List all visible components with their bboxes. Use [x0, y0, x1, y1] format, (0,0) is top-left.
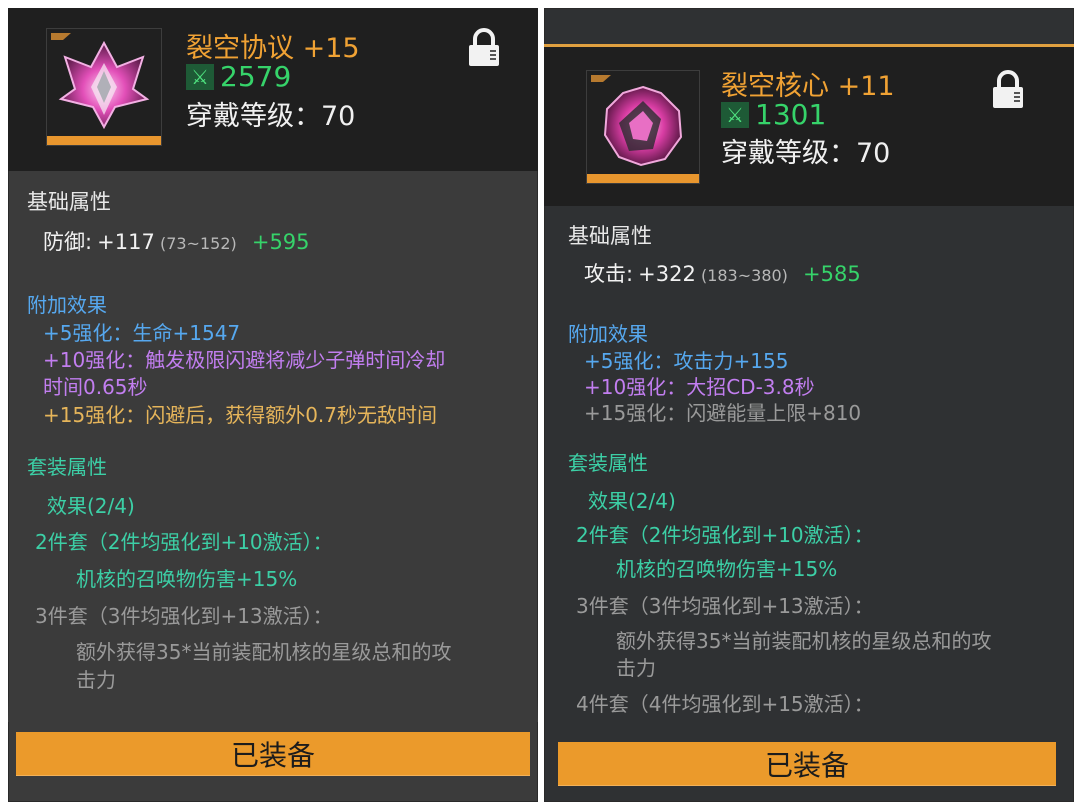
set-effect-count: 效果(2/4): [47, 494, 135, 518]
extra-effects-heading: 附加效果: [27, 293, 107, 317]
base-stat-row: 攻击: +322 (183~380) +585: [584, 258, 861, 288]
combat-power-value: 1301: [755, 98, 827, 131]
set-3-desc-cont: 击力: [76, 668, 116, 692]
stat-bonus: +595: [251, 230, 310, 254]
set-3-desc: 额外获得35*当前装配机核的星级总和的攻: [616, 629, 992, 653]
set-attributes-heading: 套装属性: [568, 451, 648, 475]
set-3-desc: 额外获得35*当前装配机核的星级总和的攻: [76, 640, 452, 664]
extra-effect-15: +15强化：闪避后，获得额外0.7秒无敌时间: [43, 403, 438, 427]
wear-level: 穿戴等级：70: [721, 138, 891, 169]
extra-effect-5: +5强化：攻击力+155: [584, 349, 789, 373]
base-attributes-heading: 基础属性: [568, 224, 652, 248]
set-2-title: 2件套（2件均强化到+10激活）：: [576, 523, 874, 547]
item-icon-frame: [586, 70, 700, 184]
extra-effect-10: +10强化：大招CD-3.8秒: [584, 375, 815, 399]
extra-effect-10: +10强化：触发极限闪避将减少子弹时间冷却: [43, 348, 446, 372]
combat-power: ⚔ 1301: [721, 98, 826, 131]
extra-effect-15: +15强化：闪避能量上限+810: [584, 401, 862, 425]
stat-bonus: +585: [803, 262, 861, 286]
item-tooltip-right: 裂空核心 +11 ⚔ 1301 穿戴等级：70 基础属性 攻击: +322 (1…: [544, 8, 1074, 802]
item-icon-frame: [46, 28, 162, 146]
equipped-button[interactable]: 已装备: [558, 742, 1056, 786]
extra-effects-heading: 附加效果: [568, 322, 648, 346]
crystal-core-icon: [603, 85, 683, 167]
stat-label: 防御:: [43, 230, 93, 254]
extra-effect-5: +5强化：生命+1547: [43, 321, 241, 345]
set-2-desc: 机核的召唤物伤害+15%: [616, 557, 838, 581]
set-attributes-heading: 套装属性: [27, 455, 107, 479]
extra-effect-10-cont: 时间0.65秒: [43, 375, 148, 399]
crossed-swords-icon: ⚔: [186, 63, 214, 90]
combat-power-value: 2579: [220, 60, 292, 93]
lock-icon[interactable]: [990, 70, 1026, 110]
stat-value: +322: [638, 262, 696, 286]
stat-value: +117: [97, 230, 155, 254]
equipped-button[interactable]: 已装备: [16, 732, 530, 776]
set-effect-count: 效果(2/4): [588, 489, 676, 513]
base-stat-row: 防御: +117 (73~152) +595: [43, 226, 310, 256]
crossed-swords-icon: ⚔: [721, 101, 749, 128]
set-3-title: 3件套（3件均强化到+13激活）：: [35, 604, 333, 628]
set-4-title: 4件套（4件均强化到+15激活）：: [576, 692, 874, 716]
crystal-crown-icon: [58, 40, 150, 130]
stat-range: (73~152): [159, 234, 237, 253]
lock-icon[interactable]: [466, 28, 502, 68]
stat-range: (183~380): [700, 266, 788, 285]
combat-power: ⚔ 2579: [186, 60, 291, 93]
set-3-title: 3件套（3件均强化到+13激活）：: [576, 594, 874, 618]
set-2-title: 2件套（2件均强化到+10激活）：: [35, 530, 333, 554]
stat-label: 攻击:: [584, 262, 634, 286]
wear-level: 穿戴等级：70: [186, 101, 356, 132]
item-tooltip-left: 裂空协议 +15 ⚔ 2579 穿戴等级：70 基础属性 防御: +117 (7…: [8, 8, 538, 802]
base-attributes-heading: 基础属性: [27, 190, 111, 214]
set-2-desc: 机核的召唤物伤害+15%: [76, 567, 298, 591]
set-3-desc-cont: 击力: [616, 656, 656, 680]
